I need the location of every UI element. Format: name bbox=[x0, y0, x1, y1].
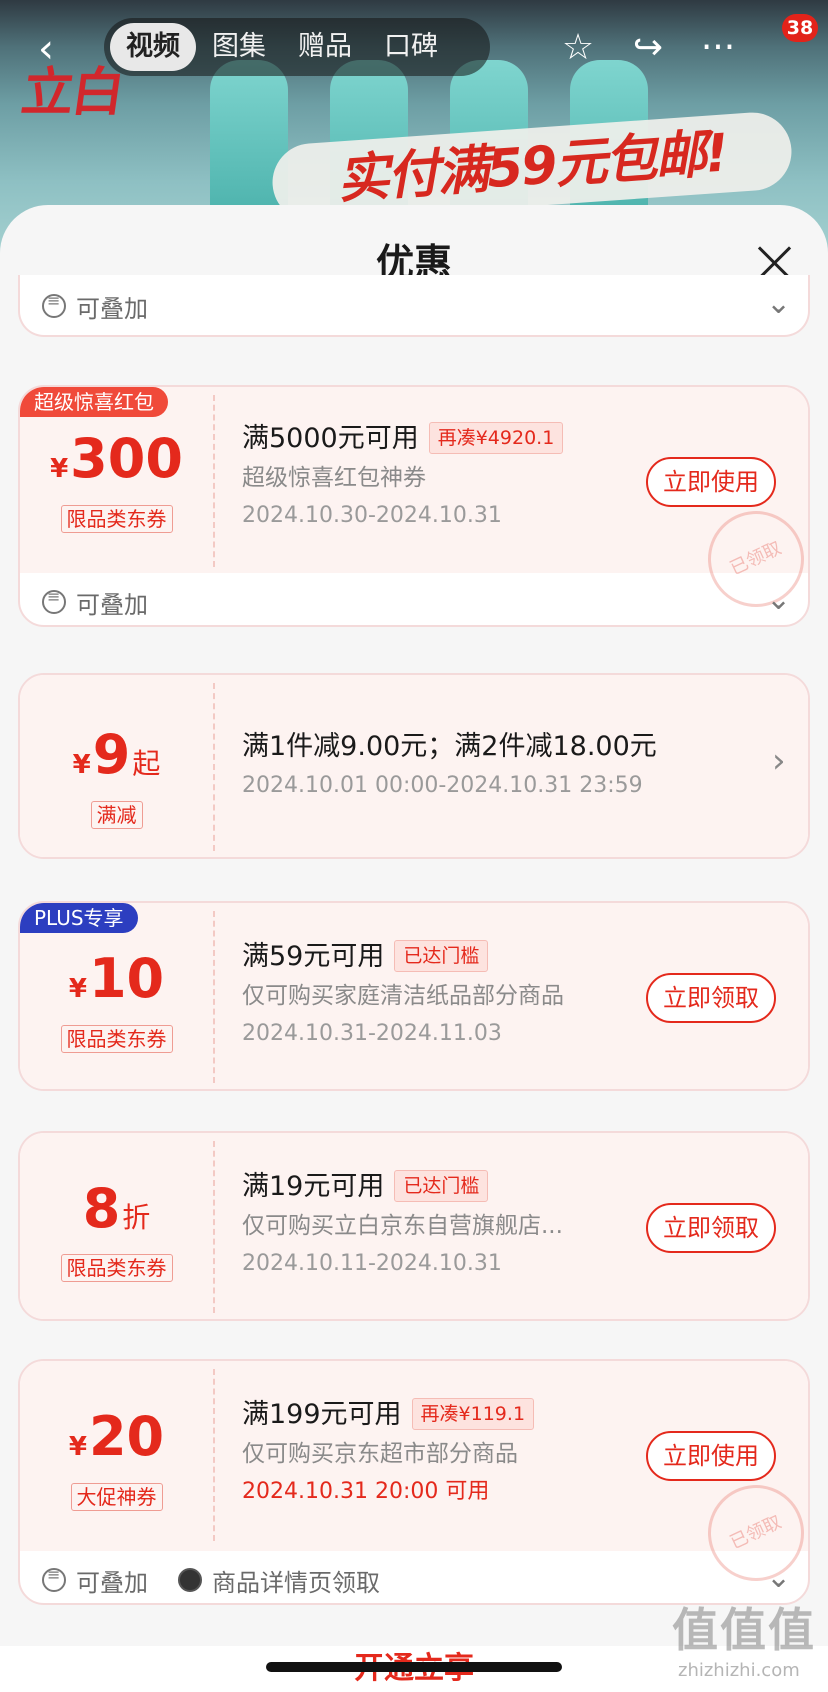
coupon-amount: 20 bbox=[88, 1405, 165, 1468]
coupon-card-partial: 可叠加 ⌄ bbox=[18, 275, 810, 337]
stack-icon bbox=[42, 587, 66, 614]
coupon-value: ¥20 大促神券 bbox=[20, 1405, 213, 1511]
plus-badge: PLUS专享 bbox=[20, 903, 138, 933]
media-tabs: 视频 图集 赠品 口碑 bbox=[104, 18, 490, 76]
coupon-type-tag: 限品类东券 bbox=[60, 505, 173, 533]
threshold-pill: 已达门槛 bbox=[394, 940, 489, 972]
currency: ¥ bbox=[50, 454, 69, 484]
tab-gifts[interactable]: 赠品 bbox=[282, 23, 368, 71]
coupon-desc: 仅可购买京东超市部分商品 bbox=[242, 1441, 518, 1467]
tab-video[interactable]: 视频 bbox=[110, 23, 196, 71]
use-now-button[interactable]: 立即使用 bbox=[646, 457, 776, 507]
coupon-type-tag: 限品类东券 bbox=[60, 1025, 173, 1053]
coupon-value: ¥9起 满减 bbox=[20, 723, 213, 829]
currency: ¥ bbox=[72, 750, 91, 780]
star-icon[interactable]: ☆ bbox=[556, 26, 600, 70]
claim-now-button[interactable]: 立即领取 bbox=[646, 973, 776, 1023]
coupon-card: PLUS专享 ¥10 限品类东券 满59元可用 已达门槛 仅可购买家庭清洁纸品部分… bbox=[18, 901, 810, 1091]
coupon-condition: 满199元可用 bbox=[242, 1399, 402, 1430]
watermark-logo: 值值值 bbox=[672, 1603, 816, 1657]
coupon-info: 满59元可用 已达门槛 仅可购买家庭清洁纸品部分商品 2024.10.31-202… bbox=[242, 937, 592, 1053]
coupon-condition: 满19元可用 bbox=[242, 1171, 385, 1202]
coupon-desc: 仅可购买立白京东自营旗舰店... bbox=[242, 1213, 563, 1239]
coupon-date: 2024.10.01 00:00-2024.10.31 23:59 bbox=[242, 773, 643, 798]
tab-gallery[interactable]: 图集 bbox=[196, 23, 282, 71]
scan-icon bbox=[178, 1568, 202, 1592]
coupon-type-tag: 满减 bbox=[90, 801, 143, 829]
claim-source-label: 商品详情页领取 bbox=[212, 1568, 380, 1597]
coupon-card: 8折 限品类东券 满19元可用 已达门槛 仅可购买立白京东自营旗舰店... 202… bbox=[18, 1131, 810, 1321]
coupon-condition: 满1件减9.00元；满2件减18.00元 bbox=[242, 731, 657, 762]
coupon-desc: 超级惊喜红包神券 bbox=[242, 465, 426, 491]
coupon-amount: 9 bbox=[92, 723, 131, 786]
stackable-label: 可叠加 bbox=[76, 1568, 148, 1597]
dashed-divider bbox=[213, 683, 215, 851]
amount-suffix: 起 bbox=[132, 747, 161, 780]
chevron-right-icon[interactable]: › bbox=[772, 741, 786, 781]
coupon-card: 超级惊喜红包 ¥300 限品类东券 满5000元可用 再凑¥4920.1 超级惊喜… bbox=[18, 385, 810, 627]
tab-reviews[interactable]: 口碑 bbox=[368, 23, 454, 71]
coupon-amount: 8 bbox=[82, 1177, 121, 1240]
coupon-type-tag: 限品类东券 bbox=[60, 1254, 173, 1282]
dashed-divider bbox=[213, 395, 215, 567]
share-icon[interactable]: ↪ bbox=[626, 26, 670, 70]
coupon-date: 2024.10.31-2024.11.03 bbox=[242, 1021, 502, 1046]
coupon-card: ¥20 大促神券 满199元可用 再凑¥119.1 仅可购买京东超市部分商品 20… bbox=[18, 1359, 810, 1605]
chevron-down-icon[interactable]: ⌄ bbox=[766, 585, 791, 615]
coupon-value: ¥10 限品类东券 bbox=[20, 947, 213, 1053]
dashed-divider bbox=[213, 1141, 215, 1313]
coupon-date: 2024.10.30-2024.10.31 bbox=[242, 503, 502, 528]
coupon-condition: 满5000元可用 bbox=[242, 423, 419, 454]
coupon-value: 8折 限品类东券 bbox=[20, 1177, 213, 1282]
dashed-divider bbox=[213, 1369, 215, 1541]
watermark-site: zhizhizhi.com bbox=[678, 1660, 800, 1681]
coupon-info: 满5000元可用 再凑¥4920.1 超级惊喜红包神券 2024.10.30-20… bbox=[242, 419, 592, 535]
remaining-pill: 再凑¥4920.1 bbox=[428, 422, 564, 454]
currency: ¥ bbox=[68, 974, 87, 1004]
chevron-down-icon[interactable]: ⌄ bbox=[766, 1563, 791, 1593]
remaining-pill: 再凑¥119.1 bbox=[411, 1398, 535, 1430]
coupon-date: 2024.10.31 20:00 可用 bbox=[242, 1479, 490, 1504]
coupon-date: 2024.10.11-2024.10.31 bbox=[242, 1251, 502, 1276]
coupon-condition: 满59元可用 bbox=[242, 941, 385, 972]
coupon-info: 满1件减9.00元；满2件减18.00元 2024.10.01 00:00-20… bbox=[242, 727, 657, 805]
claim-now-button[interactable]: 立即领取 bbox=[646, 1203, 776, 1253]
home-indicator bbox=[266, 1662, 562, 1672]
use-now-button[interactable]: 立即使用 bbox=[646, 1431, 776, 1481]
currency: ¥ bbox=[68, 1432, 87, 1462]
stackable-row: 可叠加 bbox=[20, 279, 148, 333]
stackable-row: 可叠加 商品详情页领取 bbox=[20, 1553, 380, 1603]
coupon-corner-badge: 超级惊喜红包 bbox=[20, 387, 168, 417]
coupon-amount: 10 bbox=[88, 947, 165, 1010]
coupon-info: 满19元可用 已达门槛 仅可购买立白京东自营旗舰店... 2024.10.11-2… bbox=[242, 1167, 592, 1283]
coupon-card[interactable]: ¥9起 满减 满1件减9.00元；满2件减18.00元 2024.10.01 0… bbox=[18, 673, 810, 859]
back-icon[interactable]: ‹ bbox=[38, 29, 72, 69]
threshold-pill: 已达门槛 bbox=[394, 1170, 489, 1202]
stack-icon bbox=[42, 291, 66, 318]
chevron-down-icon[interactable]: ⌄ bbox=[766, 289, 791, 319]
coupon-sheet: 优惠 可叠加 ⌄ 超级惊喜红包 ¥300 限品类东券 满5000元可用再凑¥49… bbox=[0, 205, 828, 1692]
stackable-label: 可叠加 bbox=[76, 294, 148, 323]
more-icon[interactable]: ··· bbox=[696, 26, 740, 70]
coupon-desc: 仅可购买家庭清洁纸品部分商品 bbox=[242, 983, 564, 1009]
stackable-label: 可叠加 bbox=[76, 590, 148, 619]
coupon-info: 满199元可用 再凑¥119.1 仅可购买京东超市部分商品 2024.10.31 … bbox=[242, 1395, 592, 1511]
stack-icon bbox=[42, 1565, 66, 1592]
coupon-value: ¥300 限品类东券 bbox=[20, 427, 213, 533]
amount-suffix: 折 bbox=[122, 1201, 151, 1234]
coupon-type-tag: 大促神券 bbox=[70, 1483, 163, 1511]
coupon-amount: 300 bbox=[70, 427, 183, 490]
dashed-divider bbox=[213, 911, 215, 1083]
message-badge: 38 bbox=[782, 14, 818, 42]
stackable-row: 可叠加 bbox=[20, 575, 148, 625]
